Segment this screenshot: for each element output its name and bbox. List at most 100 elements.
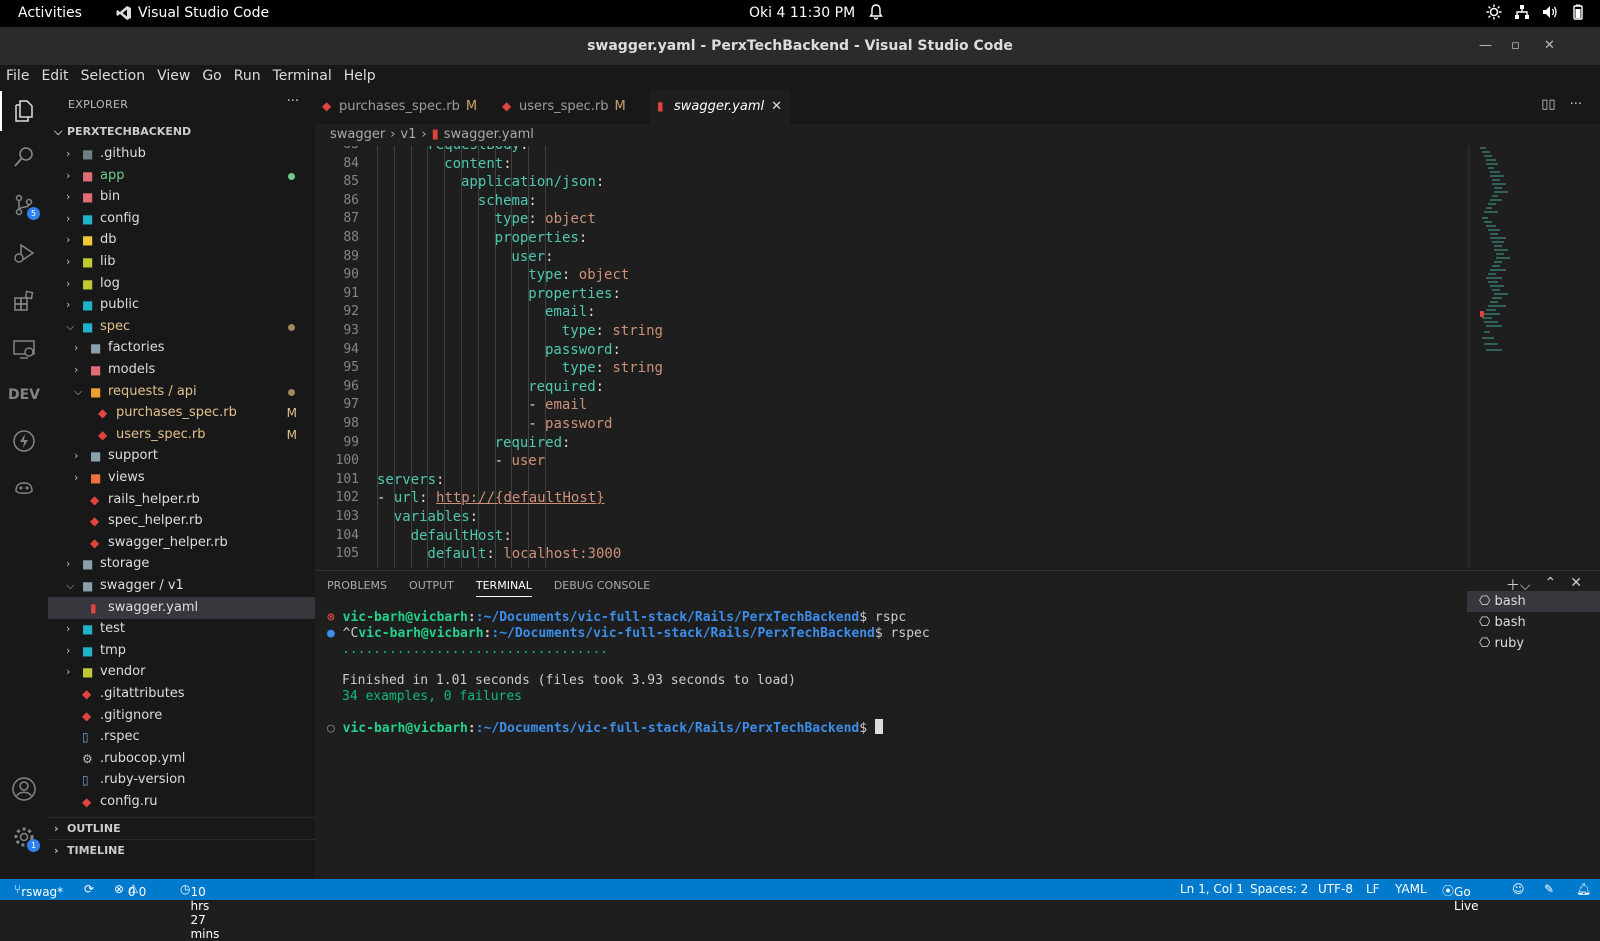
minimize-button[interactable]: — — [1479, 27, 1492, 65]
tab-output[interactable]: OUTPUT — [409, 579, 454, 597]
tree-item[interactable]: ▮ swagger.yaml — [48, 596, 315, 619]
folder-icon: ■ — [82, 211, 94, 226]
go-live-button[interactable]: ⦿ Go Live — [1442, 882, 1479, 913]
time-tracker[interactable]: ◷ 10 hrs 27 mins — [180, 882, 219, 941]
folder-icon: ■ — [90, 341, 102, 356]
terminal-item[interactable]: ⎔ bash — [1467, 591, 1600, 612]
tree-item[interactable]: ⚙ .rubocop.yml — [48, 748, 315, 770]
end-of-line[interactable]: LF — [1366, 882, 1380, 896]
app-menu[interactable]: Visual Studio Code — [116, 5, 269, 21]
search-icon[interactable] — [0, 137, 48, 177]
tree-item[interactable]: ◆ .gitignore — [48, 705, 315, 727]
ruby-icon: ◆ — [502, 99, 512, 113]
breadcrumb-item[interactable]: v1 — [400, 124, 416, 146]
maximize-button[interactable]: ▫ — [1511, 27, 1520, 65]
indentation[interactable]: Spaces: 2 — [1250, 882, 1308, 896]
terminal-item[interactable]: ⎔ ruby — [1467, 633, 1600, 654]
close-tab-icon[interactable]: ✕ — [771, 89, 782, 124]
terminal-item[interactable]: ⎔ bash — [1467, 612, 1600, 633]
dev-icon[interactable]: DEV — [0, 375, 48, 415]
more-actions-icon[interactable]: ··· — [1570, 97, 1582, 112]
tree-item[interactable]: › ■ db — [48, 229, 315, 251]
explorer-icon[interactable] — [0, 91, 48, 131]
source-control-icon[interactable] — [0, 185, 48, 225]
tab-debug-console[interactable]: DEBUG CONSOLE — [554, 579, 650, 597]
tree-item[interactable]: ▯ .ruby-version — [48, 769, 315, 791]
breadcrumb-item[interactable]: swagger.yaml — [444, 124, 534, 146]
close-window-button[interactable]: ✕ — [1544, 27, 1555, 65]
manage-gear-icon[interactable] — [0, 817, 48, 857]
menu-go[interactable]: Go — [196, 65, 227, 89]
tree-item[interactable]: › ■ tmp — [48, 640, 315, 662]
tree-item[interactable]: › ■ .github — [48, 143, 315, 165]
extensions-icon[interactable] — [0, 281, 48, 321]
breadcrumb-item[interactable]: swagger — [330, 124, 385, 146]
terminal-output[interactable]: ⊗ vic-barh@vicbarh::~/Documents/vic-full… — [327, 609, 1462, 736]
code-editor[interactable]: 83 requestBody: 84 content: 85 application/js… — [315, 146, 1468, 568]
system-tray[interactable] — [1486, 4, 1586, 20]
folder-icon: ■ — [82, 579, 94, 593]
thunder-client-icon[interactable] — [0, 421, 48, 461]
tree-item[interactable]: ⌵ ■ spec — [48, 316, 315, 338]
tree-item[interactable]: › ■ bin — [48, 186, 315, 208]
tab-problems[interactable]: PROBLEMS — [327, 579, 387, 597]
tree-item[interactable]: › ■ models — [48, 359, 315, 381]
tree-item[interactable]: › ■ vendor — [48, 661, 315, 683]
tree-item[interactable]: ◆ swagger_helper.rb — [48, 532, 315, 554]
tab-terminal[interactable]: TERMINAL — [475, 579, 532, 597]
tree-item[interactable]: ◆ rails_helper.rb — [48, 489, 315, 511]
feedback-icon[interactable]: ✎ — [1544, 882, 1554, 896]
menu-view[interactable]: View — [151, 65, 196, 89]
notifications-icon[interactable]: 🔔︎ — [1576, 882, 1591, 896]
tree-item[interactable]: › ■ app — [48, 165, 315, 187]
run-debug-icon[interactable] — [0, 233, 48, 273]
outline-section[interactable]: › OUTLINE — [48, 817, 315, 839]
menu-edit[interactable]: Edit — [35, 65, 74, 89]
activities-button[interactable]: Activities — [18, 5, 82, 21]
tab-purchases-spec[interactable]: ◆ purchases_spec.rb M — [315, 89, 491, 124]
root-folder-header[interactable]: ⌵ PERXTECHBACKEND — [48, 121, 315, 143]
copilot-status-icon[interactable]: ☺ — [1512, 882, 1525, 896]
tree-item[interactable]: › ■ public — [48, 294, 315, 316]
tab-swagger-yaml[interactable]: ▮ swagger.yaml ✕ — [650, 89, 790, 124]
remote-explorer-icon[interactable] — [0, 329, 48, 369]
tree-item[interactable]: ⌵ ■ swagger / v1 — [48, 575, 315, 597]
tree-item[interactable]: ▯ .rspec — [48, 726, 315, 748]
tree-item[interactable]: › ■ views — [48, 467, 315, 489]
split-editor-icon[interactable]: ▯▯ — [1541, 97, 1555, 112]
tree-item[interactable]: › ■ test — [48, 618, 315, 640]
menu-selection[interactable]: Selection — [75, 65, 152, 89]
tree-item[interactable]: › ■ support — [48, 445, 315, 467]
menu-file[interactable]: File — [0, 65, 35, 89]
language-mode[interactable]: YAML — [1395, 882, 1427, 896]
sync-icon[interactable]: ⟳ — [84, 882, 94, 896]
tree-item[interactable]: ◆ purchases_spec.rb M — [48, 402, 315, 424]
code-line: properties: — [495, 230, 588, 246]
encoding[interactable]: UTF-8 — [1318, 882, 1353, 896]
timeline-section[interactable]: › TIMELINE — [48, 839, 315, 861]
problems-indicator[interactable]: ⊗ 0 ⚠ 0 — [114, 882, 146, 899]
tree-item[interactable]: › ■ config — [48, 208, 315, 230]
tree-item[interactable]: ◆ config.ru — [48, 791, 315, 813]
clock[interactable]: Oki 4 11:30 PM — [749, 5, 855, 21]
branch-indicator[interactable]: ⑂ rswag* — [14, 882, 63, 899]
tree-item[interactable]: › ■ storage — [48, 553, 315, 575]
tree-item[interactable]: ⌵ ■ requests / api — [48, 381, 315, 403]
tree-item[interactable]: › ■ factories — [48, 337, 315, 359]
explorer-more-icon[interactable]: ··· — [287, 94, 299, 109]
tree-item[interactable]: ◆ .gitattributes — [48, 683, 315, 705]
account-icon[interactable] — [0, 769, 48, 809]
tree-item[interactable]: › ■ log — [48, 273, 315, 295]
copilot-icon[interactable] — [0, 467, 48, 507]
menu-help[interactable]: Help — [338, 65, 382, 89]
tree-item[interactable]: › ■ lib — [48, 251, 315, 273]
minimap[interactable] — [1468, 146, 1588, 568]
tab-users-spec[interactable]: ◆ users_spec.rb M — [495, 89, 645, 124]
code-token: - — [494, 453, 512, 470]
cursor-position[interactable]: Ln 1, Col 1 — [1180, 882, 1244, 896]
menu-terminal[interactable]: Terminal — [267, 65, 338, 89]
tree-item[interactable]: ◆ spec_helper.rb — [48, 510, 315, 532]
tree-item[interactable]: ◆ users_spec.rb M — [48, 424, 315, 446]
menu-run[interactable]: Run — [228, 65, 267, 89]
line-number: 103 — [335, 509, 359, 524]
